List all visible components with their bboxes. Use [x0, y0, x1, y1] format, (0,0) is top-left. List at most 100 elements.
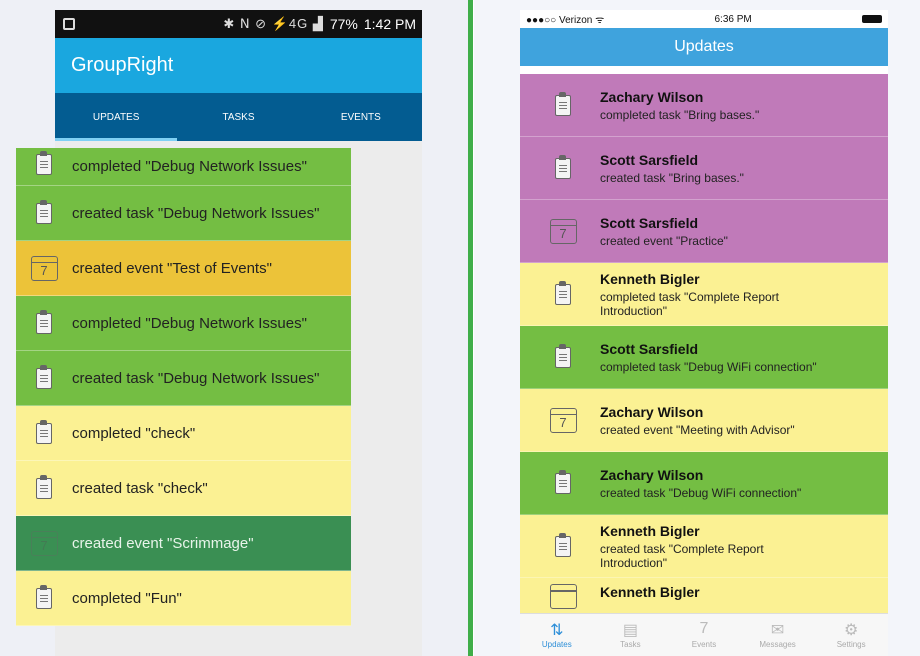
tab-settings[interactable]: ⚙ Settings [814, 614, 888, 656]
user-name: Kenneth Bigler [600, 270, 700, 287]
tab-updates[interactable]: ⇅ Updates [520, 614, 594, 656]
row-icon-slot [24, 364, 64, 389]
update-text: completed "Debug Network Issues" [72, 158, 307, 175]
update-row[interactable]: created task "Debug Network Issues" [16, 351, 351, 406]
calendar-icon [549, 584, 577, 609]
update-row[interactable]: completed "check" [16, 406, 351, 461]
row-icon-slot [543, 469, 583, 494]
update-row[interactable]: Kenneth Bigler created task "Complete Rep… [520, 515, 888, 578]
battery-level: 77% [329, 16, 358, 32]
user-name: Kenneth Bigler [600, 522, 700, 539]
update-text: created task "Debug Network Issues" [72, 369, 320, 387]
tab-label: Messages [759, 640, 796, 649]
update-row[interactable]: Scott Sarsfield completed task "Debug Wi… [520, 326, 888, 389]
update-row[interactable]: completed "Fun" [16, 571, 351, 626]
updates-arrows-icon: ⇅ [550, 622, 564, 639]
user-name: Zachary Wilson [600, 466, 704, 483]
envelope-icon: ✉ [770, 622, 785, 639]
clipboard-icon [555, 343, 571, 368]
carrier: ●●●○○ Verizon ᯤ [526, 15, 605, 26]
tab-label: Updates [541, 640, 572, 649]
update-text: created task "check" [72, 479, 208, 497]
update-text-block: Scott Sarsfield created task "Bring bases… [600, 152, 820, 185]
calendar-icon: 7 [549, 407, 577, 433]
clipboard-icon [36, 584, 52, 609]
update-row[interactable]: completed "Debug Network Issues" [16, 148, 351, 186]
update-row[interactable]: 7 created event "Scrimmage" [16, 516, 351, 571]
app-bar: GroupRight [55, 38, 422, 93]
clipboard-icon [36, 151, 52, 175]
update-action: completed task "Debug WiFi connection" [600, 359, 817, 374]
update-text-block: Kenneth Bigler [600, 584, 820, 603]
android-status-bar: ✱ 𝖭 ⊘ ⚡4G ▟ 77% 1:42 PM [55, 10, 422, 38]
row-icon-slot [24, 151, 64, 175]
clipboard-icon [36, 309, 52, 334]
clipboard-icon [555, 154, 571, 179]
clipboard-icon [36, 419, 52, 444]
ios-tab-bar: ⇅ Updates ▤ Tasks 7 Events ✉ Messages ⚙ Settings [520, 613, 888, 656]
row-icon-slot [24, 309, 64, 334]
update-action: completed task "Bring bases." [600, 107, 760, 122]
tab-label: Events [691, 640, 717, 649]
tab-messages[interactable]: ✉ Messages [741, 614, 815, 656]
row-icon-slot: 7 [543, 407, 583, 433]
tab-label: Settings [836, 640, 866, 649]
row-icon-slot [543, 343, 583, 368]
calendar-icon: 7 [30, 530, 58, 556]
tab-updates[interactable]: UPDATES [55, 93, 178, 141]
clipboard-icon [555, 91, 571, 116]
nav-bar: Updates [520, 28, 888, 66]
update-text: completed "check" [72, 424, 196, 442]
ios-update-list: Zachary Wilson completed task "Bring bas… [520, 74, 888, 641]
row-icon-slot [24, 584, 64, 609]
update-action: created task "Debug WiFi connection" [600, 485, 802, 500]
user-name: Zachary Wilson [600, 88, 704, 105]
update-row[interactable]: created task "Debug Network Issues" [16, 186, 351, 241]
tab-bar: UPDATES TASKS EVENTS [55, 93, 422, 141]
update-row[interactable]: Zachary Wilson created task "Debug WiFi c… [520, 452, 888, 515]
update-text-block: Zachary Wilson completed task "Bring bas… [600, 89, 820, 122]
ios-phone-screen: ●●●○○ Verizon ᯤ 6:36 PM Updates Zachary … [520, 10, 888, 656]
update-row[interactable]: created task "check" [16, 461, 351, 516]
update-row[interactable]: 7 Scott Sarsfield created event "Practice" [520, 200, 888, 263]
tab-tasks[interactable]: ▤ Tasks [594, 614, 668, 656]
user-name: Zachary Wilson [600, 403, 704, 420]
tab-events[interactable]: EVENTS [300, 93, 422, 141]
update-text: completed "Debug Network Issues" [72, 314, 307, 332]
status-indicators: ✱ 𝖭 ⊘ ⚡4G ▟ [223, 16, 324, 31]
gear-icon: ⚙ [844, 622, 859, 639]
update-row[interactable]: 7 created event "Test of Events" [16, 241, 351, 296]
clipboard-icon [36, 474, 52, 499]
row-icon-slot [24, 474, 64, 499]
status-time: 1:42 PM [363, 16, 416, 32]
ios-status-bar: ●●●○○ Verizon ᯤ 6:36 PM [520, 10, 888, 28]
android-update-list: completed "Debug Network Issues" created … [16, 148, 351, 626]
tab-events[interactable]: 7 Events [667, 614, 741, 656]
update-action: created event "Meeting with Advisor" [600, 422, 795, 437]
update-row[interactable]: Scott Sarsfield created task "Bring bases… [520, 137, 888, 200]
tab-tasks[interactable]: TASKS [177, 93, 299, 141]
calendar-icon: 7 [549, 218, 577, 244]
user-name: Scott Sarsfield [600, 151, 699, 168]
update-text: created event "Test of Events" [72, 259, 272, 277]
panel-divider [468, 0, 473, 656]
row-icon-slot [543, 280, 583, 305]
calendar-icon: 7 [30, 255, 58, 281]
clipboard-icon [555, 469, 571, 494]
update-row[interactable]: Zachary Wilson completed task "Bring bas… [520, 74, 888, 137]
update-text-block: Zachary Wilson created task "Debug WiFi c… [600, 467, 820, 500]
row-icon-slot [24, 419, 64, 444]
page-title: Updates [674, 38, 734, 55]
update-text: created task "Debug Network Issues" [72, 204, 320, 222]
row-icon-slot [543, 584, 583, 609]
user-name: Scott Sarsfield [600, 340, 699, 357]
update-text-block: Zachary Wilson created event "Meeting wit… [600, 404, 820, 437]
update-text: completed "Fun" [72, 589, 182, 607]
image-icon [63, 18, 75, 30]
update-action: created event "Practice" [600, 233, 728, 248]
update-row[interactable]: Kenneth Bigler completed task "Complete … [520, 263, 888, 326]
row-icon-slot [543, 91, 583, 116]
update-row[interactable]: completed "Debug Network Issues" [16, 296, 351, 351]
status-time: 6:36 PM [714, 13, 752, 25]
update-row[interactable]: 7 Zachary Wilson created event "Meeting wi… [520, 389, 888, 452]
